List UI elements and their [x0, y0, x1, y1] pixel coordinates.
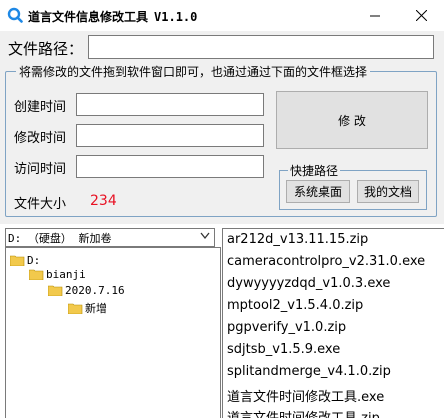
tree-item-label: bianji [46, 268, 86, 281]
accessed-time-label: 访问时间 [14, 162, 67, 177]
documents-button[interactable]: 我的文档 [357, 180, 419, 203]
close-button[interactable] [398, 0, 444, 31]
drive-select[interactable]: D: （硬盘） 新加卷 [5, 228, 215, 247]
tree-item-label: 2020.7.16 [65, 284, 125, 297]
file-list-item[interactable]: dywyyyyzdqd_v1.0.3.exe [227, 276, 390, 291]
chevron-down-icon[interactable] [200, 232, 210, 240]
modified-time-label: 修改时间 [14, 131, 67, 146]
file-size-value: 234 [90, 193, 117, 209]
file-info-group-legend: 将需修改的文件拖到软件窗口即可，也通过通过下面的文件框选择 [16, 63, 371, 80]
file-size-label: 文件大小 [14, 197, 67, 212]
file-list-item[interactable]: 道言文件时间修改工具.exe [227, 386, 384, 405]
folder-icon [68, 303, 83, 314]
file-list[interactable]: ar212d_v13.11.15.zip cameracontrolpro_v2… [222, 228, 444, 418]
tree-item-label: D: [27, 254, 41, 267]
close-icon [415, 10, 427, 21]
minimize-button[interactable] [352, 0, 398, 31]
file-list-item[interactable]: splitandmerge_v4.1.0.zip [227, 364, 391, 379]
window-title-text: 道言文件信息修改工具 [28, 10, 149, 24]
file-list-item[interactable]: pgpverify_v1.0.zip [227, 320, 346, 335]
file-list-item[interactable]: cameracontrolpro_v2.31.0.exe [227, 254, 425, 269]
path-label: 文件路径： [8, 40, 84, 58]
file-list-item[interactable]: mptool2_v1.5.4.0.zip [227, 298, 363, 313]
file-list-item[interactable]: ar212d_v13.11.15.zip [227, 232, 368, 247]
minimize-icon [370, 15, 380, 16]
tree-item-xinzeng[interactable]: 新增 [68, 300, 107, 316]
file-list-item[interactable]: 道言文件时间修改工具.zip [227, 407, 380, 418]
title-bar: 道言文件信息修改工具 V1.1.0 [0, 0, 444, 31]
tree-item-bianji[interactable]: bianji [29, 268, 86, 281]
path-input[interactable] [88, 35, 434, 59]
tree-item-2020-7-16[interactable]: 2020.7.16 [48, 284, 125, 297]
accessed-time-input[interactable] [76, 155, 264, 178]
quick-paths-legend: 快捷路径 [288, 162, 341, 179]
file-list-item[interactable]: sdjtsb_v1.5.9.exe [227, 342, 340, 357]
tree-item-drive[interactable]: D: [10, 254, 40, 267]
modified-time-input[interactable] [76, 124, 264, 147]
folder-open-icon [10, 255, 25, 266]
app-magnifier-icon [7, 7, 23, 23]
modify-button[interactable]: 修 改 [276, 91, 428, 149]
window-title: 道言文件信息修改工具 V1.1.0 [28, 8, 197, 25]
created-time-label: 创建时间 [14, 100, 67, 115]
folder-open-icon [48, 285, 63, 296]
created-time-input[interactable] [76, 93, 264, 116]
desktop-button[interactable]: 系统桌面 [286, 180, 350, 203]
folder-open-icon [29, 269, 44, 280]
folder-tree[interactable]: D: bianji 2020.7.16 新增 [5, 247, 221, 418]
tree-item-label: 新增 [85, 302, 107, 315]
drive-select-value: D: （硬盘） 新加卷 [8, 231, 112, 245]
window-version: V1.1.0 [154, 10, 198, 24]
